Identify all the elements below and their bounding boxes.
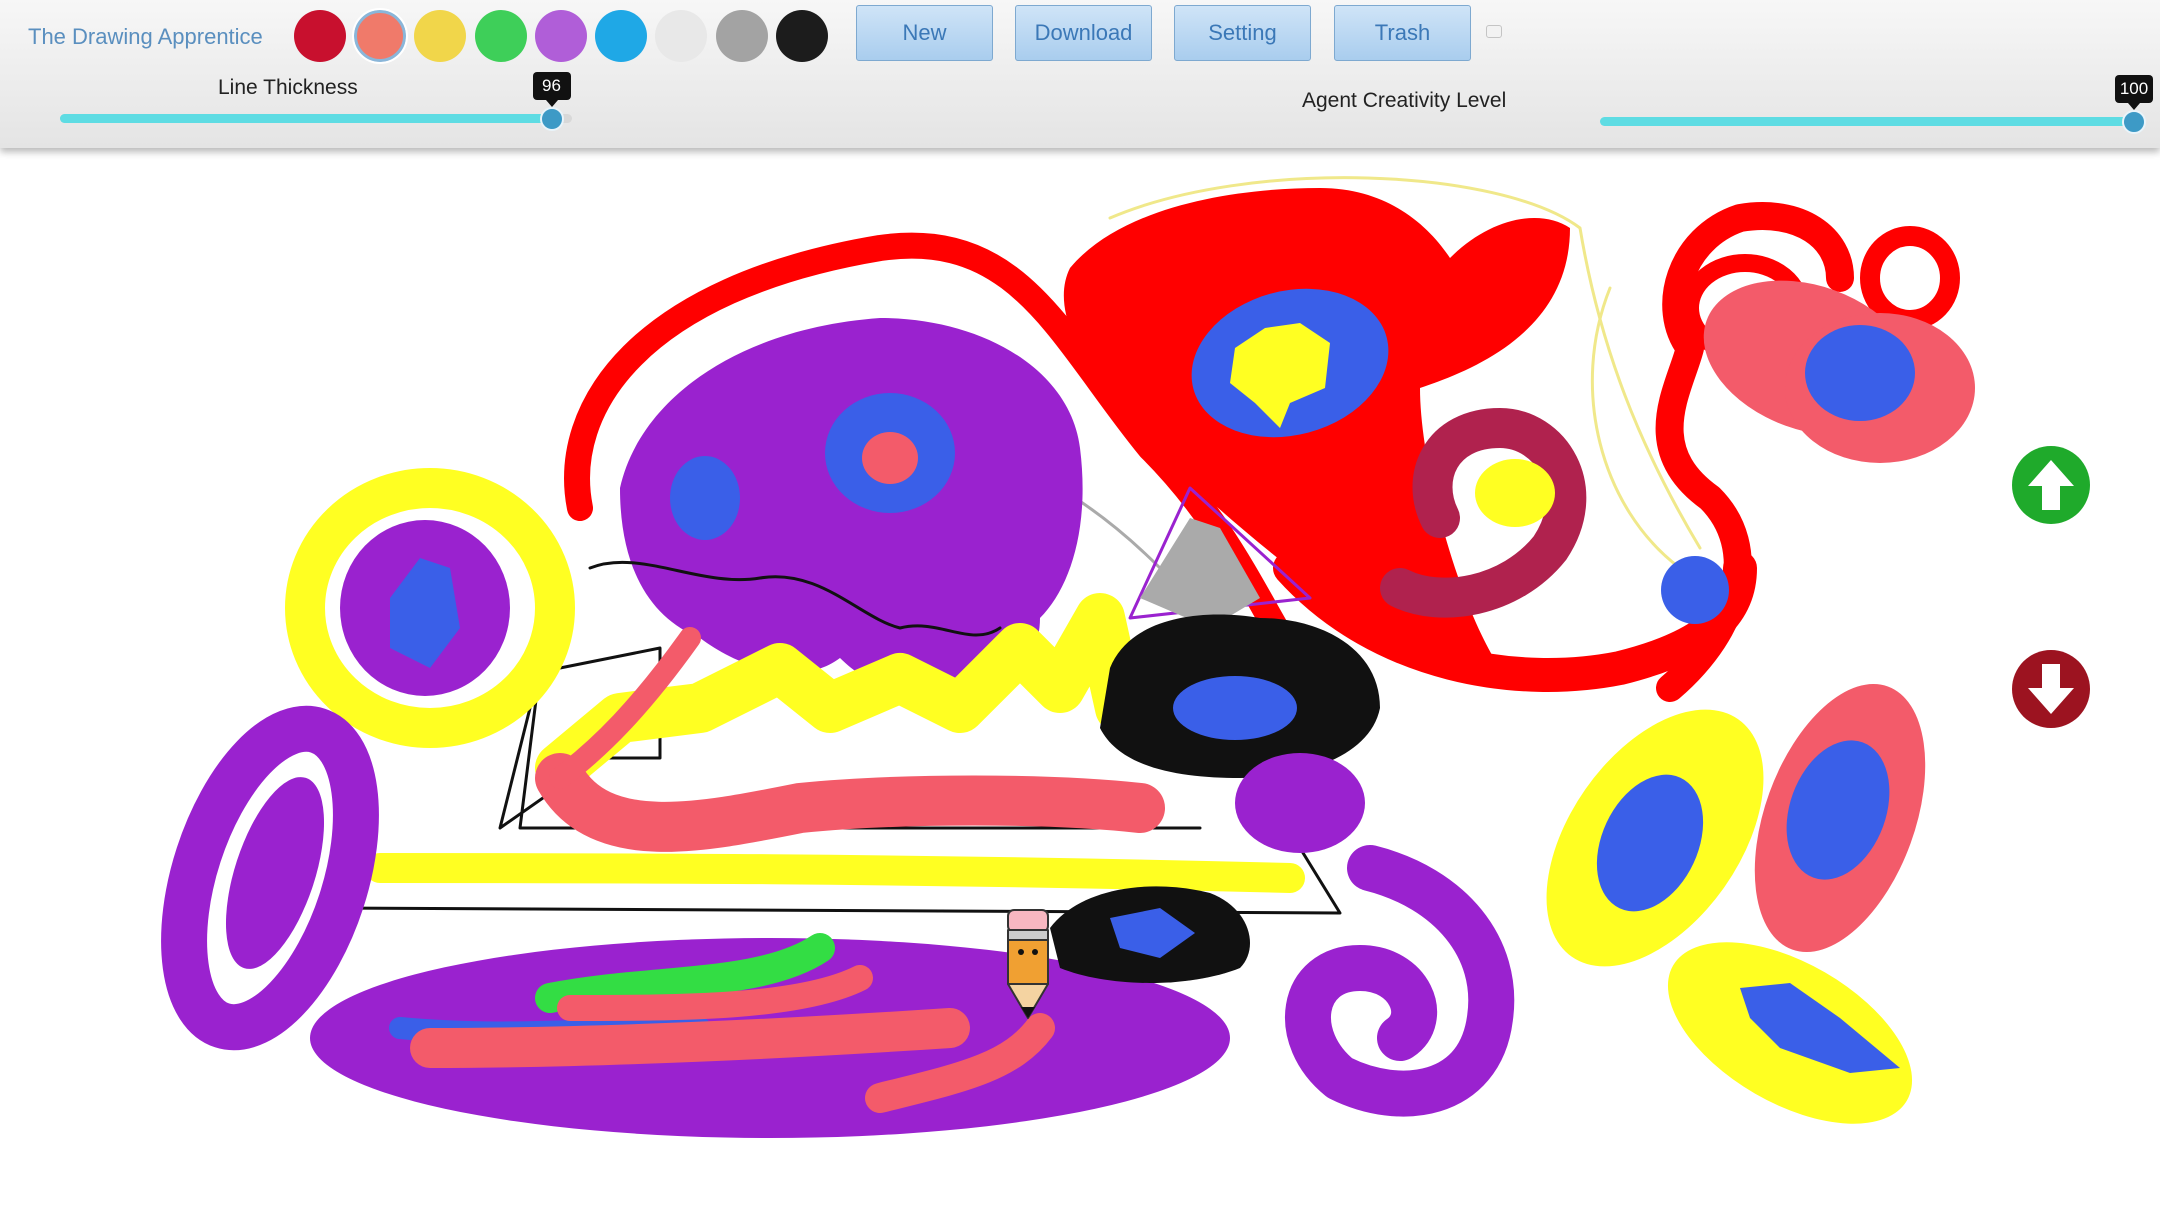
- salmon-streak-mid: [535, 753, 1165, 852]
- arrow-up-icon: [2028, 460, 2074, 510]
- arrow-down-icon: [2028, 664, 2074, 714]
- line-thickness-track[interactable]: [60, 114, 572, 123]
- purple-dot-mid: [1235, 753, 1365, 853]
- red-ring-right: [1860, 226, 1960, 330]
- color-swatch-green[interactable]: [475, 10, 527, 62]
- line-thickness-thumb[interactable]: [539, 107, 564, 131]
- salmon-dot-purple: [862, 432, 918, 484]
- drawing-artwork: [161, 176, 1975, 1138]
- color-swatch-salmon[interactable]: [352, 8, 408, 64]
- yellow-dot-maroon: [1475, 459, 1555, 527]
- salmon-streak-bottom: [410, 1008, 970, 1068]
- line-thickness-fill: [60, 114, 552, 123]
- drawing-canvas[interactable]: [0, 148, 2160, 1215]
- color-swatch-gray[interactable]: [716, 10, 768, 62]
- app-title: The Drawing Apprentice: [28, 24, 263, 49]
- creativity-fill: [1600, 117, 2134, 126]
- new-button[interactable]: New: [856, 5, 993, 61]
- color-swatch-white[interactable]: [655, 10, 707, 62]
- download-button[interactable]: Download: [1015, 5, 1152, 61]
- creativity-thumb[interactable]: [2122, 110, 2146, 134]
- toolbar: The Drawing Apprentice New Download Sett…: [0, 0, 2160, 148]
- line-thickness-label: Line Thickness: [218, 76, 358, 99]
- setting-button[interactable]: Setting: [1174, 5, 1311, 61]
- arrow-up-button[interactable]: [2012, 446, 2090, 524]
- arrow-down-button[interactable]: [2012, 650, 2090, 728]
- blue-blob-purple-b: [670, 456, 740, 540]
- color-swatch-black[interactable]: [776, 10, 828, 62]
- color-swatch-blue[interactable]: [595, 10, 647, 62]
- color-swatch-purple[interactable]: [535, 10, 587, 62]
- creativity-track[interactable]: [1600, 117, 2134, 126]
- creativity-label: Agent Creativity Level: [1302, 89, 1507, 112]
- creativity-value: 100: [2115, 75, 2153, 110]
- color-swatch-red[interactable]: [294, 10, 346, 62]
- yellow-band-long: [365, 853, 1305, 893]
- small-toggle[interactable]: [1486, 25, 1502, 38]
- purple-swirl-bottom: [1285, 845, 1515, 1117]
- blue-dot-red-swirl: [1661, 556, 1729, 624]
- color-swatch-yellow[interactable]: [414, 10, 466, 62]
- trash-button[interactable]: Trash: [1334, 5, 1471, 61]
- line-thickness-value: 96: [532, 72, 571, 107]
- blue-eye-black: [1173, 676, 1297, 740]
- blue-blob-upper-right: [1805, 325, 1915, 421]
